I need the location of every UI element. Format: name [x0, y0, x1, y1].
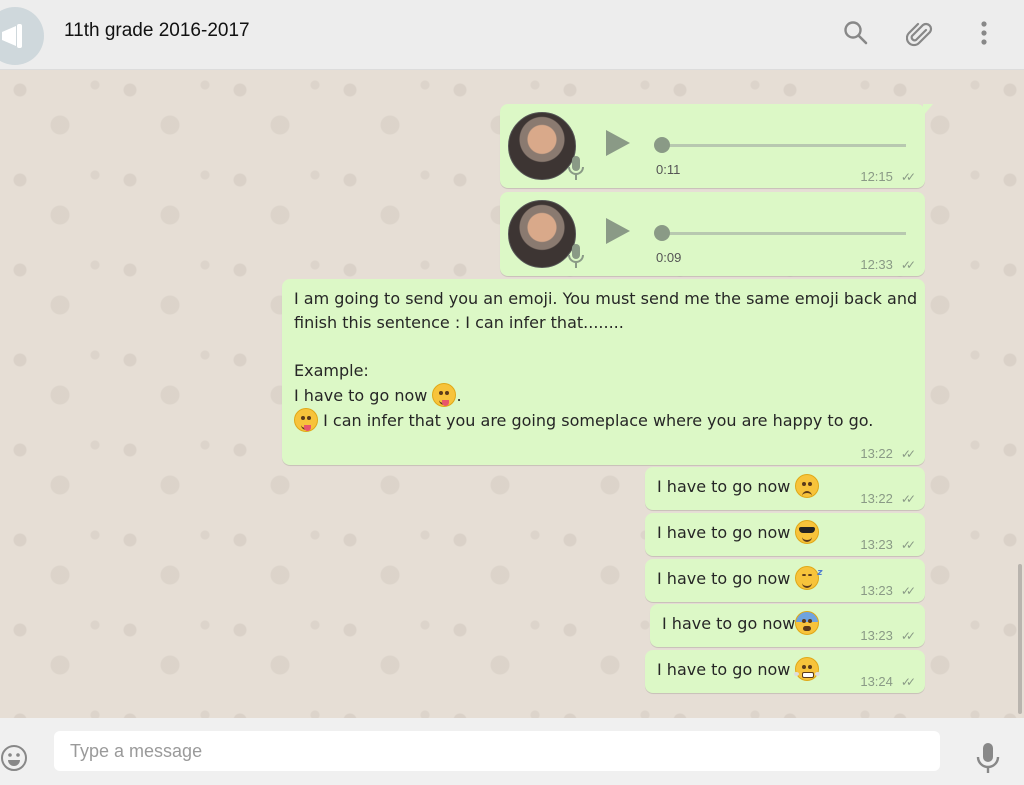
voice-progress-handle[interactable]: [654, 137, 670, 153]
message-text: I have to go now z: [657, 566, 822, 591]
message-text: I am going to send you an emoji. You mus…: [294, 287, 917, 433]
message-list[interactable]: 0:11 12:15 ✓✓ 0:09 12:33 ✓✓ I am going t…: [0, 70, 1024, 718]
microphone-icon: [568, 156, 584, 180]
message-punctuation: .: [456, 386, 462, 405]
play-icon[interactable]: [604, 216, 632, 246]
voice-progress-track[interactable]: [660, 144, 906, 147]
message-meta: 12:15 ✓✓: [860, 169, 916, 184]
text-message: I have to go now 13:22 ✓✓: [645, 467, 925, 510]
message-text: I have to go now: [657, 520, 820, 545]
double-check-icon: ✓✓: [900, 169, 916, 184]
voice-message: 0:11 12:15 ✓✓: [500, 104, 933, 188]
message-meta: 13:22 ✓✓: [860, 446, 916, 461]
message-meta: 12:33 ✓✓: [860, 257, 916, 272]
message-time: 13:22: [860, 491, 893, 506]
message-time: 13:22: [860, 446, 893, 461]
fearful-face-emoji-icon: [795, 611, 820, 635]
double-check-icon: ✓✓: [900, 446, 916, 461]
voice-progress-handle[interactable]: [654, 225, 670, 241]
message-text: I have to go now: [662, 611, 820, 636]
text-message: I have to go now 13:23 ✓✓: [645, 513, 925, 556]
message-time: 13:24: [860, 674, 893, 689]
chat-header: 11th grade 2016-2017: [0, 0, 1024, 70]
paperclip-icon: [906, 22, 933, 47]
composer-bar: [0, 718, 1024, 785]
double-check-icon: ✓✓: [900, 537, 916, 552]
disappointed-face-emoji-icon: [795, 474, 820, 498]
voice-duration: 0:11: [656, 162, 681, 177]
microphone-icon[interactable]: [975, 742, 1001, 774]
more-vertical-icon: [981, 21, 987, 45]
message-line: Example:: [294, 361, 369, 380]
message-line: finish this sentence : I can infer that.…: [294, 313, 624, 332]
menu-button[interactable]: [969, 18, 999, 48]
message-meta: 13:23 ✓✓: [860, 583, 916, 598]
group-avatar[interactable]: [0, 7, 44, 65]
message-meta: 13:23 ✓✓: [860, 628, 916, 643]
sender-avatar: [508, 112, 576, 180]
voice-message: 0:09 12:33 ✓✓: [500, 192, 925, 276]
message-text: I have to go now: [657, 657, 821, 682]
message-meta: 13:23 ✓✓: [860, 537, 916, 552]
message-input[interactable]: [54, 731, 940, 771]
voice-progress-track[interactable]: [660, 232, 906, 235]
message-line: I can infer that you are going someplace…: [323, 411, 874, 430]
text-message: I have to go now 13:23 ✓✓: [650, 604, 925, 647]
message-line: I have to go now: [657, 569, 796, 588]
message-meta: 13:24 ✓✓: [860, 674, 916, 689]
sender-avatar: [508, 200, 576, 268]
face-with-steam-emoji-icon: [794, 657, 821, 681]
sunglasses-face-emoji-icon: [795, 520, 820, 544]
voice-duration: 0:09: [656, 250, 682, 265]
message-time: 13:23: [860, 537, 893, 552]
double-check-icon: ✓✓: [900, 628, 916, 643]
megaphone-icon: [2, 24, 22, 48]
message-line: I have to go now: [657, 477, 796, 496]
microphone-icon: [568, 244, 584, 268]
attach-button[interactable]: [905, 18, 935, 48]
message-line: I have to go now: [657, 523, 796, 542]
message-time: 13:23: [860, 583, 893, 598]
winking-tongue-emoji-icon: [432, 383, 457, 407]
search-icon: [844, 21, 868, 45]
play-icon[interactable]: [604, 128, 632, 158]
message-time: 13:23: [860, 628, 893, 643]
message-line: I am going to send you an emoji. You mus…: [294, 289, 918, 308]
text-message: I have to go now z 13:23 ✓✓: [645, 559, 925, 602]
double-check-icon: ✓✓: [900, 491, 916, 506]
winking-tongue-emoji-icon: [294, 408, 318, 432]
message-line: I have to go now: [294, 386, 428, 405]
double-check-icon: ✓✓: [900, 257, 916, 272]
message-text: I have to go now: [657, 474, 820, 499]
sleeping-face-emoji-icon: z: [795, 566, 822, 590]
chat-title[interactable]: 11th grade 2016-2017: [64, 20, 250, 42]
chat-scrollbar[interactable]: [1018, 564, 1022, 714]
message-time: 12:33: [860, 257, 893, 272]
message-line: I have to go now: [657, 660, 796, 679]
double-check-icon: ✓✓: [900, 674, 916, 689]
text-message: I am going to send you an emoji. You mus…: [282, 279, 925, 465]
message-meta: 13:22 ✓✓: [860, 491, 916, 506]
message-line: I have to go now: [662, 614, 796, 633]
double-check-icon: ✓✓: [900, 583, 916, 598]
emoji-picker-icon[interactable]: [0, 744, 28, 772]
message-time: 12:15: [860, 169, 893, 184]
text-message: I have to go now 13:24 ✓✓: [645, 650, 925, 693]
search-button[interactable]: [841, 18, 871, 48]
